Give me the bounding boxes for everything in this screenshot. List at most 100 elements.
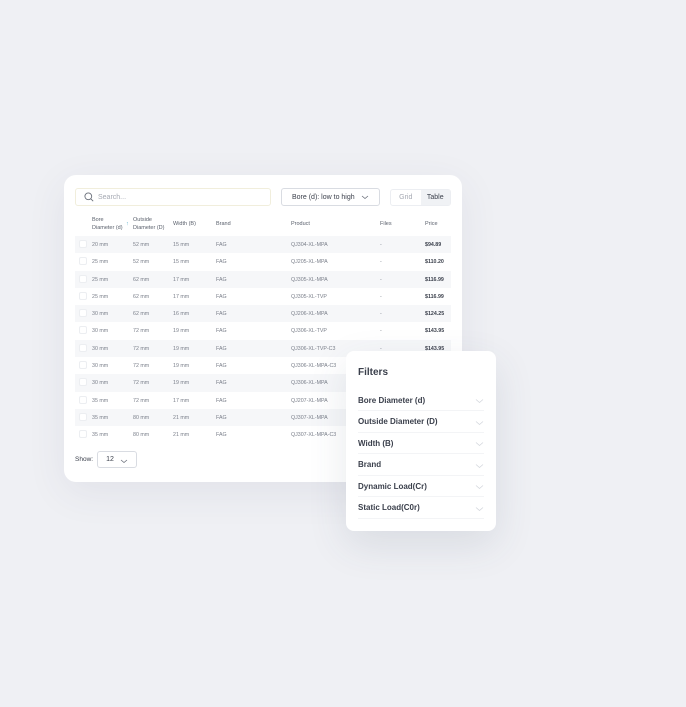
filter-label: Outside Diameter (D) bbox=[358, 417, 438, 426]
filter-item[interactable]: Outside Diameter (D) bbox=[358, 412, 484, 433]
cell-outside: 62 mm bbox=[133, 311, 150, 318]
cell-brand: FAG bbox=[216, 293, 227, 300]
chevron-down-icon bbox=[475, 463, 484, 468]
page-size-select[interactable]: 12 bbox=[97, 451, 138, 468]
cell-outside: 80 mm bbox=[133, 432, 150, 439]
header-price[interactable]: Price bbox=[425, 221, 438, 227]
cell-price: $116.99 bbox=[425, 293, 444, 300]
filter-label: Bore Diameter (d) bbox=[358, 395, 426, 405]
chevron-down-icon bbox=[475, 506, 484, 511]
table-row[interactable]: 25 mm 62 mm 17 mm FAG QJ305-XL-MPA - $116.99 bbox=[75, 270, 451, 288]
table-row[interactable]: 20 mm 52 mm 15 mm FAG QJ304-XL-MPA - $94.89 bbox=[75, 236, 451, 254]
view-grid-button[interactable]: Grid bbox=[391, 190, 421, 205]
cell-brand: FAG bbox=[216, 242, 227, 248]
cell-bore: 35 mm bbox=[92, 414, 109, 421]
row-checkbox[interactable] bbox=[79, 395, 87, 404]
cell-bore: 35 mm bbox=[92, 432, 109, 439]
cell-brand: FAG bbox=[216, 414, 227, 421]
cell-width: 19 mm bbox=[173, 363, 190, 370]
cell-price: $110.20 bbox=[425, 259, 444, 266]
cell-width: 19 mm bbox=[173, 380, 190, 387]
filters-title: Filters bbox=[358, 367, 389, 378]
row-checkbox[interactable] bbox=[79, 274, 87, 283]
cell-brand: FAG bbox=[216, 276, 227, 283]
chevron-down-icon bbox=[475, 442, 484, 447]
row-checkbox[interactable] bbox=[79, 326, 87, 335]
cell-bore: 20 mm bbox=[92, 242, 109, 248]
chevron-down-icon bbox=[475, 399, 484, 404]
filter-item[interactable]: Brand bbox=[358, 455, 484, 476]
sort-label: Bore (d): low to high bbox=[292, 193, 355, 201]
filter-item[interactable]: Bore Diameter (d) bbox=[358, 390, 484, 411]
cell-product: QJ207-XL-MPA bbox=[291, 397, 328, 404]
search-input[interactable]: Search... bbox=[75, 188, 271, 206]
cell-bore: 30 mm bbox=[92, 380, 109, 387]
cell-outside: 72 mm bbox=[133, 328, 150, 335]
cell-product: QJ306-XL-TVP-C3 bbox=[291, 345, 336, 352]
row-checkbox[interactable] bbox=[79, 257, 87, 266]
cell-width: 17 mm bbox=[173, 397, 190, 404]
table-row[interactable]: 30 mm 62 mm 16 mm FAG QJ206-XL-MPA - $124.25 bbox=[75, 305, 451, 323]
cell-files: - bbox=[380, 311, 382, 318]
row-checkbox[interactable] bbox=[79, 291, 87, 300]
chevron-down-icon bbox=[361, 195, 369, 200]
cell-width: 19 mm bbox=[173, 328, 190, 335]
row-checkbox[interactable] bbox=[79, 378, 87, 387]
cell-width: 17 mm bbox=[173, 276, 190, 283]
cell-product: QJ206-XL-MPA bbox=[291, 311, 328, 318]
page-size-control: Show: 12 bbox=[75, 451, 138, 468]
filter-item[interactable]: Dynamic Load(Cr) bbox=[358, 476, 484, 497]
cell-bore: 25 mm bbox=[92, 259, 109, 266]
table-row[interactable]: 30 mm 72 mm 19 mm FAG QJ306-XL-TVP - $143.95 bbox=[75, 322, 451, 339]
cell-outside: 52 mm bbox=[133, 242, 150, 248]
cell-price: $94.89 bbox=[425, 242, 442, 248]
header-outside[interactable]: Outside Diameter (D) bbox=[133, 216, 169, 232]
filter-label: Brand bbox=[358, 460, 382, 469]
header-width[interactable]: Width (B) bbox=[173, 221, 196, 227]
header-bore[interactable]: Bore Diameter (d) bbox=[92, 216, 126, 232]
cell-price: $124.25 bbox=[425, 311, 445, 318]
cell-product: QJ306-XL-MPA bbox=[291, 380, 328, 387]
chevron-down-icon bbox=[475, 485, 484, 490]
cell-brand: FAG bbox=[216, 380, 227, 387]
header-brand[interactable]: Brand bbox=[216, 221, 231, 227]
cell-product: QJ306-XL-TVP bbox=[291, 328, 327, 335]
arrow-up-icon[interactable]: ↑ bbox=[126, 221, 129, 227]
cell-width: 19 mm bbox=[173, 345, 190, 352]
search-icon bbox=[84, 192, 94, 202]
view-table-button[interactable]: Table bbox=[420, 190, 450, 205]
row-checkbox[interactable] bbox=[79, 309, 87, 318]
filter-item[interactable]: Static Load(C0r) bbox=[358, 498, 484, 519]
page-size-value: 12 bbox=[106, 456, 114, 463]
table-header: Bore Diameter (d) ↑ Outside Diameter (D)… bbox=[64, 216, 462, 236]
row-checkbox[interactable] bbox=[79, 412, 87, 421]
cell-product: QJ307-XL-MPA bbox=[291, 414, 328, 421]
cell-price: $143.95 bbox=[425, 328, 445, 335]
filters-panel: Filters Bore Diameter (d) Outside Diamete… bbox=[346, 351, 496, 531]
cell-brand: FAG bbox=[216, 311, 227, 318]
filter-item[interactable]: Width (B) bbox=[358, 433, 484, 454]
row-checkbox[interactable] bbox=[79, 430, 87, 439]
cell-bore: 30 mm bbox=[92, 311, 109, 318]
row-checkbox[interactable] bbox=[79, 361, 87, 370]
table-row[interactable]: 25 mm 52 mm 15 mm FAG QJ205-XL-MPA - $110.20 bbox=[75, 253, 451, 270]
header-files[interactable]: Files bbox=[380, 221, 392, 227]
show-label: Show: bbox=[75, 456, 94, 463]
header-product[interactable]: Product bbox=[291, 221, 310, 227]
cell-price: $116.99 bbox=[425, 276, 444, 283]
cell-bore: 30 mm bbox=[92, 328, 109, 335]
cell-bore: 25 mm bbox=[92, 293, 109, 300]
table-row[interactable]: 25 mm 62 mm 17 mm FAG QJ305-XL-TVP - $116.99 bbox=[75, 288, 451, 305]
cell-files: - bbox=[380, 293, 382, 300]
cell-product: QJ205-XL-MPA bbox=[291, 259, 328, 266]
cell-width: 21 mm bbox=[173, 414, 190, 421]
filter-label: Width (B) bbox=[358, 438, 394, 448]
row-checkbox[interactable] bbox=[79, 240, 87, 248]
sort-dropdown[interactable]: Bore (d): low to high bbox=[281, 188, 380, 206]
cell-width: 15 mm bbox=[173, 259, 190, 266]
cell-outside: 80 mm bbox=[133, 414, 150, 421]
cell-product: QJ305-XL-TVP bbox=[291, 293, 327, 300]
cell-outside: 62 mm bbox=[133, 293, 150, 300]
row-checkbox[interactable] bbox=[79, 343, 87, 352]
cell-outside: 72 mm bbox=[133, 363, 150, 370]
